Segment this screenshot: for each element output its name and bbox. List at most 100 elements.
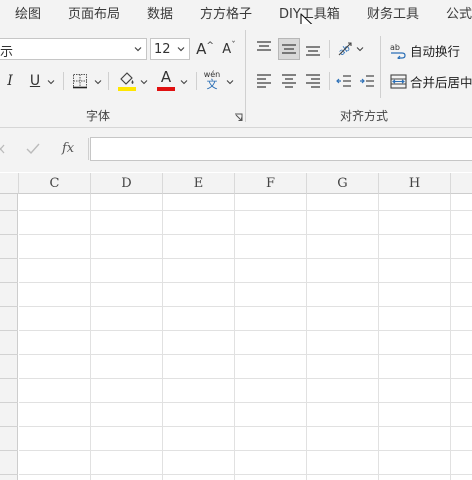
font-color-button[interactable]: A (156, 68, 176, 92)
grid-column-line (234, 194, 235, 480)
increase-indent-icon[interactable] (359, 73, 375, 89)
ribbon-tabs: 绘图 页面布局 数据 方方格子 DIY工具箱 财务工具 公式 (0, 0, 472, 24)
font-name-fragment: 示 (0, 45, 14, 60)
row-header-line (0, 450, 18, 451)
confirm-check-icon[interactable] (26, 143, 40, 155)
formula-bar-divider (88, 138, 89, 160)
align-top-icon[interactable] (256, 40, 272, 56)
grid-row-line (19, 282, 472, 283)
border-dropdown-chevron-icon[interactable] (94, 78, 102, 86)
font-size-value: 12 (154, 41, 171, 57)
tab-fangfang[interactable]: 方方格子 (200, 3, 252, 22)
grid-column-line (90, 194, 91, 480)
align-middle-icon (282, 44, 296, 54)
font-color-swatch (157, 86, 175, 91)
column-header-d[interactable]: D (91, 173, 163, 194)
grid-column-line (450, 194, 451, 480)
fill-color-dropdown-chevron-icon[interactable] (140, 78, 148, 86)
separator (108, 72, 109, 90)
chevron-down-icon (134, 47, 142, 52)
font-name-combo[interactable] (0, 38, 147, 60)
row-header-line (0, 378, 18, 379)
wrap-text-label: 自动换行 (410, 43, 461, 59)
fill-color-bucket-icon[interactable] (117, 70, 137, 92)
row-header-line (0, 258, 18, 259)
wrap-text-button[interactable]: ab 自动换行 (390, 40, 460, 60)
decrease-font-button[interactable]: Aˇ (218, 38, 240, 60)
grid-column-line (378, 194, 379, 480)
column-header-f[interactable]: F (235, 173, 307, 194)
svg-text:ab: ab (390, 43, 400, 52)
row-header-line (0, 234, 18, 235)
grid-row-line (19, 354, 472, 355)
row-header-line (0, 426, 18, 427)
column-header-h[interactable]: H (379, 173, 451, 194)
grid-row-line (19, 402, 472, 403)
decrease-indent-icon[interactable] (336, 73, 352, 89)
underline-dropdown-chevron-icon[interactable] (47, 78, 55, 86)
font-dialog-launcher-icon[interactable] (234, 113, 243, 122)
decrease-font-letter: A (222, 41, 232, 57)
merge-center-label: 合并后居中 (410, 74, 472, 90)
row-header-line (0, 402, 18, 403)
grid-column-line (306, 194, 307, 480)
column-header-c[interactable]: C (19, 173, 91, 194)
chevron-down-icon (177, 47, 185, 52)
separator (380, 36, 381, 98)
align-middle-button[interactable] (278, 38, 300, 60)
phonetic-guide-button[interactable]: wén 文 (202, 68, 222, 92)
grid-column-line (162, 194, 163, 480)
cancel-icon[interactable] (0, 144, 5, 154)
column-header-next-partial[interactable] (451, 173, 472, 194)
grid-row-line (19, 378, 472, 379)
font-group-label: 字体 (86, 109, 111, 123)
cell-grid[interactable] (19, 194, 472, 480)
tab-draw[interactable]: 绘图 (15, 3, 41, 22)
tab-data[interactable]: 数据 (147, 3, 173, 22)
orientation-dropdown-chevron-icon[interactable] (356, 45, 364, 53)
ribbon-home: 示 12 A ^ Aˇ I U A wén 文 字体 ab ab 自动换行 合并… (0, 24, 472, 128)
font-color-dropdown-chevron-icon[interactable] (180, 78, 188, 86)
grid-row-line (19, 234, 472, 235)
row-header-line (0, 330, 18, 331)
column-header-g[interactable]: G (307, 173, 379, 194)
align-bottom-icon[interactable] (305, 42, 321, 58)
alignment-group-label: 对齐方式 (340, 109, 389, 123)
border-icon[interactable] (72, 73, 88, 89)
grid-row-line (19, 330, 472, 331)
align-center-icon[interactable] (281, 73, 297, 89)
grid-row-line (19, 426, 472, 427)
underline-label: U (29, 73, 41, 89)
tab-finance[interactable]: 财务工具 (367, 3, 419, 22)
row-header-line (0, 306, 18, 307)
separator (63, 72, 64, 90)
increase-font-letter: A (196, 40, 207, 58)
insert-function-button[interactable]: fx (62, 141, 74, 156)
increase-font-button[interactable]: A ^ (194, 38, 216, 60)
phonetic-dropdown-chevron-icon[interactable] (226, 78, 234, 86)
underline-button[interactable]: U (26, 70, 44, 92)
row-header-line (0, 210, 18, 211)
align-right-icon[interactable] (305, 73, 321, 89)
phonetic-bottom-label: 文 (206, 77, 218, 91)
column-header-e[interactable]: E (163, 173, 235, 194)
tab-page-layout[interactable]: 页面布局 (68, 3, 120, 22)
font-size-combo[interactable]: 12 (150, 38, 190, 60)
separator (329, 40, 330, 58)
grid-row-line (19, 450, 472, 451)
row-headers[interactable] (0, 194, 18, 480)
merge-center-button[interactable]: 合并后居中 (390, 71, 472, 91)
row-header-line (0, 282, 18, 283)
tab-formula[interactable]: 公式 (446, 3, 472, 22)
grid-row-line (19, 258, 472, 259)
italic-label: I (7, 73, 13, 89)
text-orientation-icon[interactable]: ab (336, 39, 354, 57)
separator (329, 72, 330, 90)
formula-bar: fx (0, 128, 472, 172)
formula-input[interactable] (90, 137, 472, 161)
align-left-icon[interactable] (256, 73, 272, 89)
italic-button[interactable]: I (2, 70, 18, 92)
column-header-partial[interactable] (0, 173, 19, 194)
grid-row-line (19, 474, 472, 475)
group-separator (245, 30, 246, 122)
